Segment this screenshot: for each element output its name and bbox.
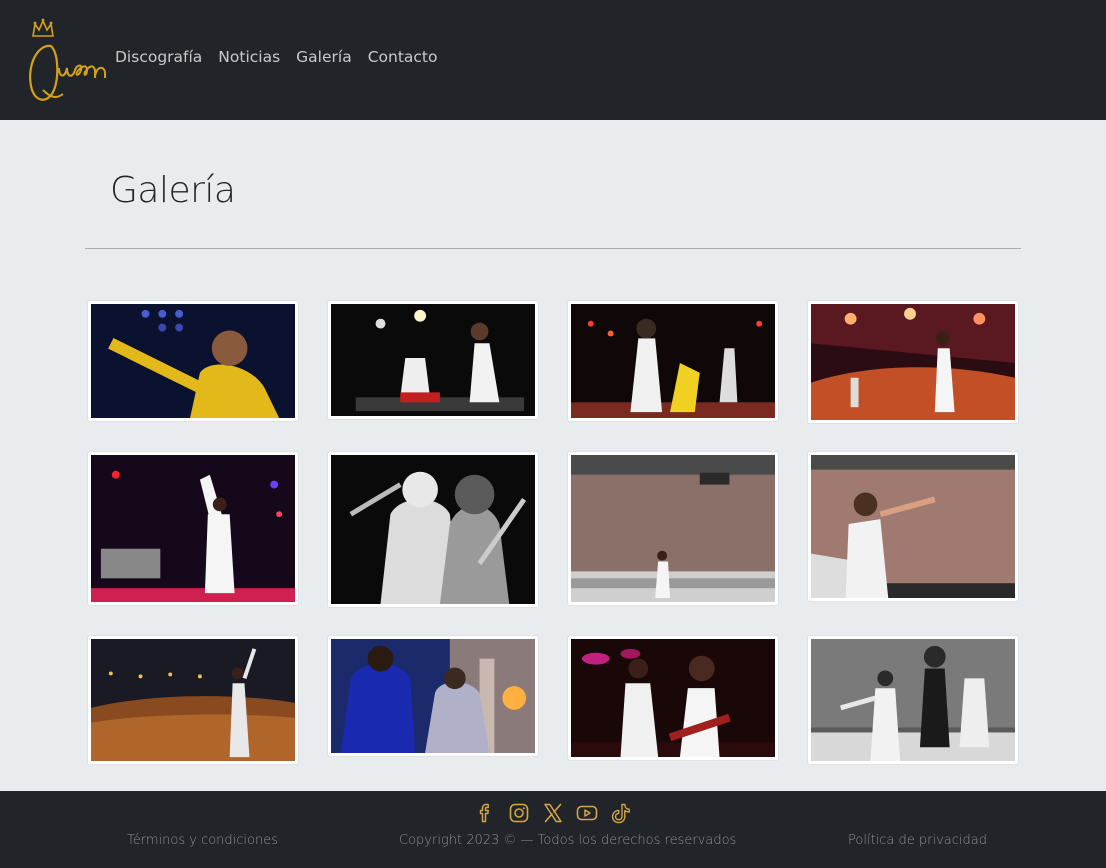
title-divider	[85, 248, 1021, 249]
gallery-photo	[331, 455, 535, 604]
main-nav: Discografía Noticias Galería Contacto	[115, 48, 454, 66]
queen-logo[interactable]	[25, 16, 109, 106]
queen-logo-icon	[29, 18, 106, 101]
privacy-link[interactable]: Política de privacidad	[848, 833, 987, 848]
gallery-photo	[331, 304, 535, 416]
nav-link-noticias[interactable]: Noticias	[218, 48, 296, 66]
gallery-photo	[91, 304, 295, 418]
gallery-photo	[571, 639, 775, 757]
social-links	[0, 801, 1106, 825]
youtube-icon[interactable]	[575, 801, 599, 825]
gallery-photo	[811, 304, 1015, 420]
gallery-image-7[interactable]	[567, 451, 779, 606]
gallery-image-8[interactable]	[807, 451, 1019, 602]
tiktok-icon[interactable]	[609, 801, 633, 825]
terms-link[interactable]: Términos y condiciones	[127, 833, 278, 848]
footer: Términos y condiciones Copyright 2023 © …	[0, 791, 1106, 868]
gallery-image-4[interactable]	[807, 300, 1019, 424]
nav-link-discografia[interactable]: Discografía	[115, 48, 218, 66]
gallery-photo	[331, 639, 535, 753]
gallery-image-3[interactable]	[567, 300, 779, 422]
gallery-image-12[interactable]	[807, 635, 1019, 765]
gallery-image-5[interactable]	[87, 451, 299, 606]
instagram-icon[interactable]	[507, 801, 531, 825]
gallery-photo	[811, 455, 1015, 598]
gallery-image-11[interactable]	[567, 635, 779, 761]
page-title: Galería	[110, 170, 236, 211]
facebook-icon[interactable]	[473, 801, 497, 825]
gallery-image-2[interactable]	[327, 300, 539, 420]
gallery-image-9[interactable]	[87, 635, 299, 765]
navbar: Discografía Noticias Galería Contacto	[0, 0, 1106, 120]
gallery-image-1[interactable]	[87, 300, 299, 422]
gallery-image-10[interactable]	[327, 635, 539, 757]
nav-link-contacto[interactable]: Contacto	[368, 48, 454, 66]
gallery-image-6[interactable]	[327, 451, 539, 608]
x-icon[interactable]	[541, 801, 565, 825]
gallery-photo	[571, 455, 775, 602]
gallery-photo	[571, 304, 775, 418]
gallery-photo	[91, 639, 295, 761]
gallery-photo	[91, 455, 295, 602]
gallery-photo	[811, 639, 1015, 761]
nav-link-galeria[interactable]: Galería	[296, 48, 368, 66]
copyright-text: Copyright 2023 © — Todos los derechos re…	[399, 833, 737, 848]
